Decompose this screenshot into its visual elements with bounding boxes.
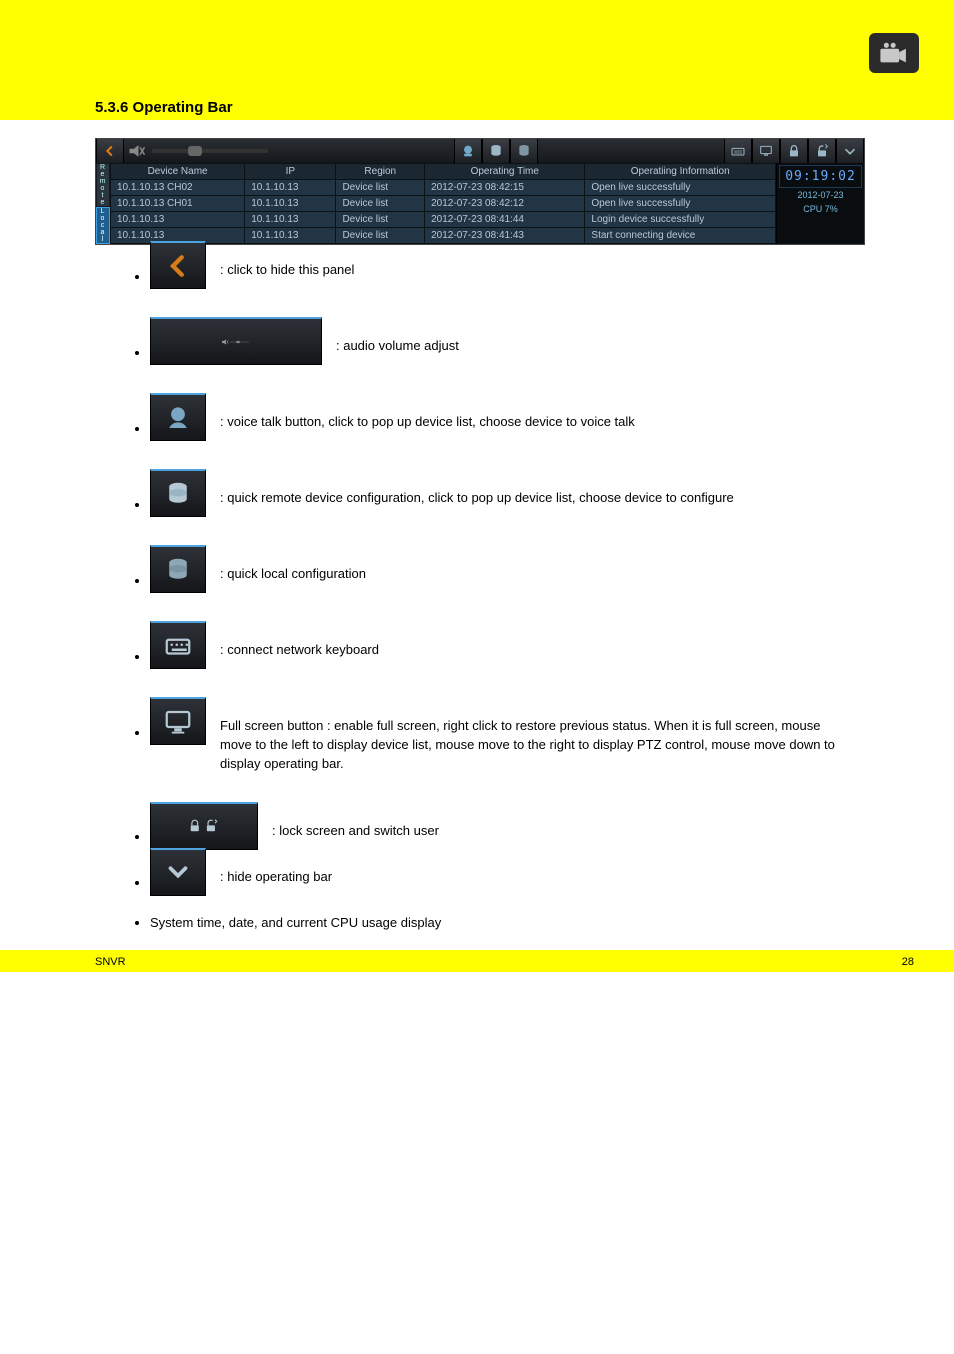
tab-local[interactable]: Local — [96, 207, 110, 244]
event-log-table: Device Name IP Region Operating Time Ope… — [110, 163, 776, 244]
voice-talk-icon[interactable] — [454, 139, 482, 163]
db-local-icon[interactable] — [510, 139, 538, 163]
cpu-usage: CPU 7% — [777, 200, 864, 214]
feature-text: : connect network keyboard — [220, 641, 840, 660]
operating-bar-screenshot: Remote Local Device Name IP Region Opera… — [0, 120, 954, 251]
lock-switch-icon — [150, 802, 258, 850]
feature-text: : hide operating bar — [220, 868, 840, 887]
collapse-icon — [150, 848, 206, 896]
lock-icon[interactable] — [780, 139, 808, 163]
feature-text: : click to hide this panel — [220, 261, 840, 280]
feature-item: : voice talk button, click to pop up dev… — [150, 413, 954, 441]
table-row: 10.1.10.13 CH0110.1.10.13Device list2012… — [111, 196, 776, 212]
section-heading: 5.3.6 Operating Bar — [0, 95, 954, 120]
feature-item: : connect network keyboard — [150, 641, 954, 669]
back-icon[interactable] — [96, 139, 124, 163]
volume-slider[interactable] — [128, 141, 268, 161]
keyboard-icon — [150, 621, 206, 669]
date-display: 2012-07-23 — [777, 190, 864, 200]
feature-text: : quick remote device configuration, cli… — [220, 489, 840, 508]
col-region: Region — [336, 164, 425, 180]
feature-text: : voice talk button, click to pop up dev… — [220, 413, 840, 432]
footer-left: SNVR — [95, 956, 126, 968]
feature-item: : audio volume adjust — [150, 337, 954, 365]
app-camera-icon — [869, 33, 919, 73]
feature-text: : quick local configuration — [220, 565, 840, 584]
feature-text: System time, date, and current CPU usage… — [150, 914, 770, 933]
col-device-name: Device Name — [111, 164, 245, 180]
monitor-icon[interactable] — [752, 139, 780, 163]
col-operating-info: Operatiing Information — [585, 164, 776, 180]
volume-slider — [150, 317, 322, 365]
tab-remote[interactable]: Remote — [96, 163, 110, 207]
keyboard-icon[interactable] — [724, 139, 752, 163]
db-remote-icon[interactable] — [482, 139, 510, 163]
feature-text: : lock screen and switch user — [272, 822, 892, 841]
feature-item: : lock screen and switch user — [150, 822, 954, 850]
collapse-icon[interactable] — [836, 139, 864, 163]
feature-text: Full screen button : enable full screen,… — [220, 717, 840, 774]
feature-item: : quick local configuration — [150, 565, 954, 593]
switch-user-icon[interactable] — [808, 139, 836, 163]
feature-item: : quick remote device configuration, cli… — [150, 489, 954, 517]
feature-item: System time, date, and current CPU usage… — [150, 914, 954, 933]
monitor-icon — [150, 697, 206, 745]
db-local-icon — [150, 545, 206, 593]
db-remote-icon — [150, 469, 206, 517]
clock-display: 09:19:02 — [779, 165, 862, 188]
feature-item: : click to hide this panel — [150, 261, 954, 289]
footer-page-number: 28 — [902, 956, 914, 968]
voice-talk-icon — [150, 393, 206, 441]
col-ip: IP — [245, 164, 336, 180]
feature-item: : hide operating bar — [150, 868, 954, 896]
feature-text: : audio volume adjust — [336, 337, 954, 356]
table-row: 10.1.10.13 CH0210.1.10.13Device list2012… — [111, 180, 776, 196]
table-row: 10.1.10.1310.1.10.13Device list2012-07-2… — [111, 228, 776, 244]
col-operating-time: Operating Time — [425, 164, 585, 180]
back-icon — [150, 241, 206, 289]
feature-item: Full screen button : enable full screen,… — [150, 717, 954, 774]
table-row: 10.1.10.1310.1.10.13Device list2012-07-2… — [111, 212, 776, 228]
